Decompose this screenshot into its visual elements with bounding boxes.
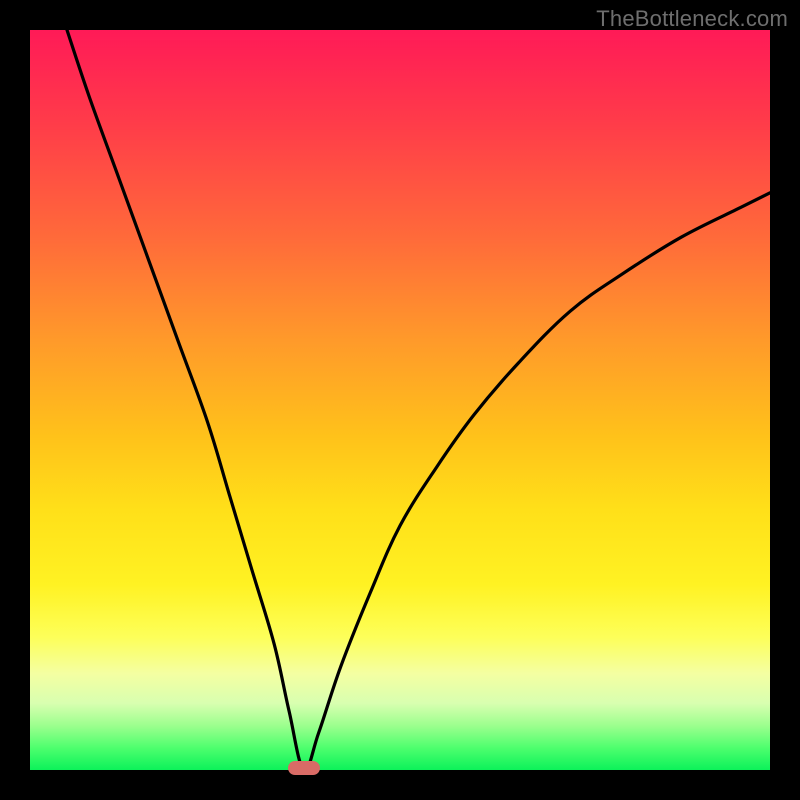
bottleneck-curve [30, 30, 770, 770]
chart-frame: TheBottleneck.com [0, 0, 800, 800]
watermark-text: TheBottleneck.com [596, 6, 788, 32]
bottleneck-marker [288, 761, 320, 775]
plot-area [30, 30, 770, 770]
